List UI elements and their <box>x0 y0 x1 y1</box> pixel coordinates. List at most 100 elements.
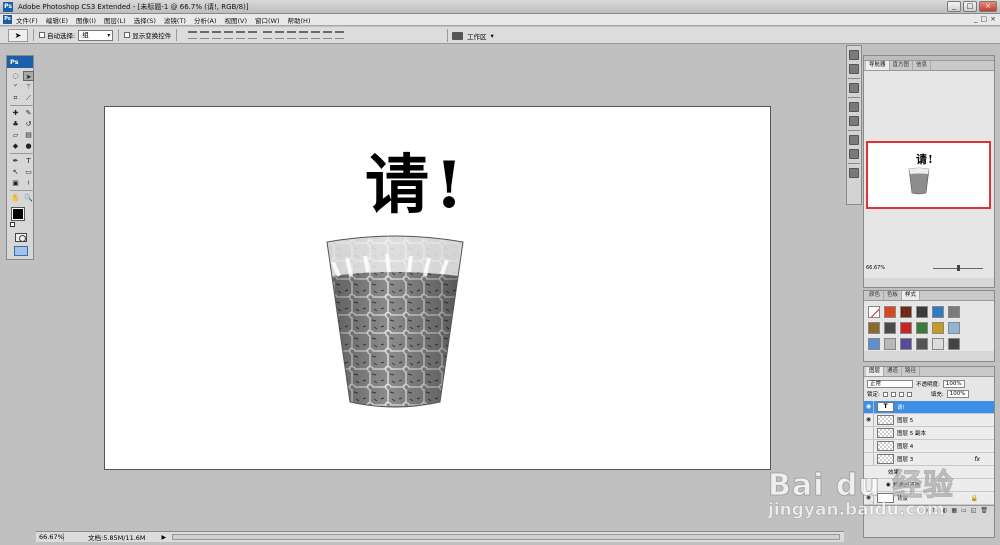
menu-select[interactable]: 选择(S) <box>130 15 160 25</box>
fill-field[interactable]: 100% <box>946 390 969 398</box>
style-swatch[interactable] <box>884 322 896 334</box>
lock-all-icon[interactable] <box>906 391 912 397</box>
style-swatch[interactable] <box>948 322 960 334</box>
delete-layer-icon[interactable]: 🗑 <box>980 507 988 514</box>
brush-tool-icon[interactable]: ✎ <box>23 108 34 118</box>
layer-fx-icon[interactable]: fx <box>974 456 980 463</box>
new-group-icon[interactable]: ▭ <box>961 507 967 514</box>
eyedropper-tool-icon[interactable]: ⟊ <box>23 178 34 188</box>
style-swatch[interactable] <box>932 322 944 334</box>
brushes-icon[interactable] <box>849 102 859 112</box>
tool-preset-picker[interactable]: ➤ <box>8 28 28 42</box>
tools-panel-header[interactable]: Ps <box>7 56 33 68</box>
menu-layer[interactable]: 图层(L) <box>100 15 130 25</box>
menu-analysis[interactable]: 分析(A) <box>190 15 221 25</box>
tab-histogram[interactable]: 直方图 <box>890 61 914 70</box>
style-swatch[interactable] <box>900 306 912 318</box>
layer-row[interactable]: ◉ T 请! <box>864 401 994 414</box>
tab-styles[interactable]: 样式 <box>902 291 921 300</box>
history-icon[interactable] <box>849 50 859 60</box>
clone-source-icon[interactable] <box>849 116 859 126</box>
stamp-tool-icon[interactable]: ♣ <box>10 119 21 129</box>
align-vcenter-icon[interactable] <box>200 31 210 39</box>
navigator-zoom[interactable]: 66.67% <box>866 265 885 271</box>
layer-row[interactable]: 效果 <box>864 466 994 479</box>
menu-edit[interactable]: 编辑(E) <box>42 15 72 25</box>
menu-window[interactable]: 窗口(W) <box>251 15 284 25</box>
visibility-eye-icon[interactable] <box>864 453 874 465</box>
menu-view[interactable]: 视图(V) <box>220 15 251 25</box>
zoom-tool-icon[interactable]: 🔍 <box>23 193 34 203</box>
notes-tool-icon[interactable]: ▣ <box>10 178 21 188</box>
auto-select-dropdown[interactable]: 组 <box>78 29 114 41</box>
character-icon[interactable] <box>849 135 859 145</box>
navigator-zoom-slider[interactable] <box>933 264 984 271</box>
dodge-tool-icon[interactable]: ● <box>23 141 34 151</box>
style-swatch[interactable] <box>868 322 880 334</box>
visibility-eye-icon[interactable] <box>864 427 874 439</box>
menu-file[interactable]: 文件(F) <box>12 15 42 25</box>
auto-align-icon[interactable] <box>335 31 345 39</box>
style-swatch[interactable] <box>900 322 912 334</box>
distribute-top-icon[interactable] <box>263 31 273 39</box>
distribute-left-icon[interactable] <box>299 31 309 39</box>
tab-swatches[interactable]: 色板 <box>884 291 903 300</box>
healing-tool-icon[interactable]: ✚ <box>10 108 21 118</box>
lock-position-icon[interactable] <box>898 391 904 397</box>
quick-mask-button[interactable] <box>15 233 27 242</box>
blur-tool-icon[interactable]: ◆ <box>10 141 21 151</box>
magic-wand-tool-icon[interactable]: ⚚ <box>23 82 34 92</box>
lasso-tool-icon[interactable]: ᘁ <box>10 82 21 92</box>
photoshop-menu-icon[interactable]: Ps <box>3 15 12 24</box>
align-left-icon[interactable] <box>224 31 234 39</box>
eraser-tool-icon[interactable]: ▱ <box>10 130 21 140</box>
minimize-button[interactable]: _ <box>947 1 961 12</box>
type-tool-icon[interactable]: T <box>23 156 34 166</box>
style-swatch[interactable] <box>948 306 960 318</box>
screen-mode-button[interactable] <box>14 246 28 256</box>
distribute-vcenter-icon[interactable] <box>275 31 285 39</box>
foreground-color-swatch[interactable] <box>11 207 25 221</box>
auto-select-checkbox[interactable] <box>39 32 45 38</box>
style-swatch[interactable] <box>868 306 880 318</box>
navigator-preview[interactable]: 请! <box>866 141 991 209</box>
layer-row[interactable]: ◉ 背景 🔒 <box>864 492 994 505</box>
style-swatch[interactable] <box>884 306 896 318</box>
show-transform-checkbox[interactable] <box>124 32 131 38</box>
opacity-field[interactable]: 100% <box>942 380 965 388</box>
link-layers-icon[interactable]: ∞ <box>923 507 928 514</box>
layer-row[interactable]: ◉ 斜面和浮雕 <box>864 479 994 492</box>
shape-tool-icon[interactable]: ▭ <box>23 167 34 177</box>
effect-eye-icon[interactable]: ◉ <box>886 482 891 488</box>
workspace-menu[interactable]: 工作区 ▾ <box>447 29 494 42</box>
default-colors-icon[interactable] <box>10 222 15 227</box>
align-hcenter-icon[interactable] <box>236 31 246 39</box>
path-select-tool-icon[interactable]: ↖ <box>10 167 21 177</box>
move-tool-icon[interactable]: ➤ <box>23 71 34 81</box>
style-swatch[interactable] <box>948 338 960 350</box>
distribute-hcenter-icon[interactable] <box>311 31 321 39</box>
tab-channels[interactable]: 通道 <box>884 367 903 376</box>
style-swatch[interactable] <box>916 306 928 318</box>
style-swatch[interactable] <box>900 338 912 350</box>
layer-mask-icon[interactable]: ◐ <box>942 507 947 514</box>
document-canvas[interactable]: 请! <box>104 106 771 470</box>
doc-minimize-button[interactable]: _ <box>974 15 978 23</box>
close-button[interactable]: × <box>979 1 997 12</box>
style-swatch[interactable] <box>868 338 880 350</box>
adjustment-layer-icon[interactable]: ▦ <box>951 507 957 514</box>
pen-tool-icon[interactable]: ✒ <box>10 156 21 166</box>
hand-tool-icon[interactable]: ✋ <box>10 193 21 203</box>
align-top-icon[interactable] <box>188 31 198 39</box>
tab-paths[interactable]: 路径 <box>902 367 921 376</box>
doc-close-button[interactable]: × <box>990 15 996 23</box>
tab-info[interactable]: 信息 <box>913 61 932 70</box>
auto-select-option[interactable]: 自动选择: <box>39 30 75 40</box>
canvas-text-layer[interactable]: 请! <box>365 154 469 218</box>
layer-comps-icon[interactable] <box>849 168 859 178</box>
document-size-info[interactable]: 文档:5.85M/11.6M <box>88 532 146 542</box>
visibility-eye-icon[interactable]: ◉ <box>864 401 874 413</box>
style-swatch[interactable] <box>932 306 944 318</box>
menu-filter[interactable]: 滤镜(T) <box>160 15 190 25</box>
style-swatch[interactable] <box>916 322 928 334</box>
